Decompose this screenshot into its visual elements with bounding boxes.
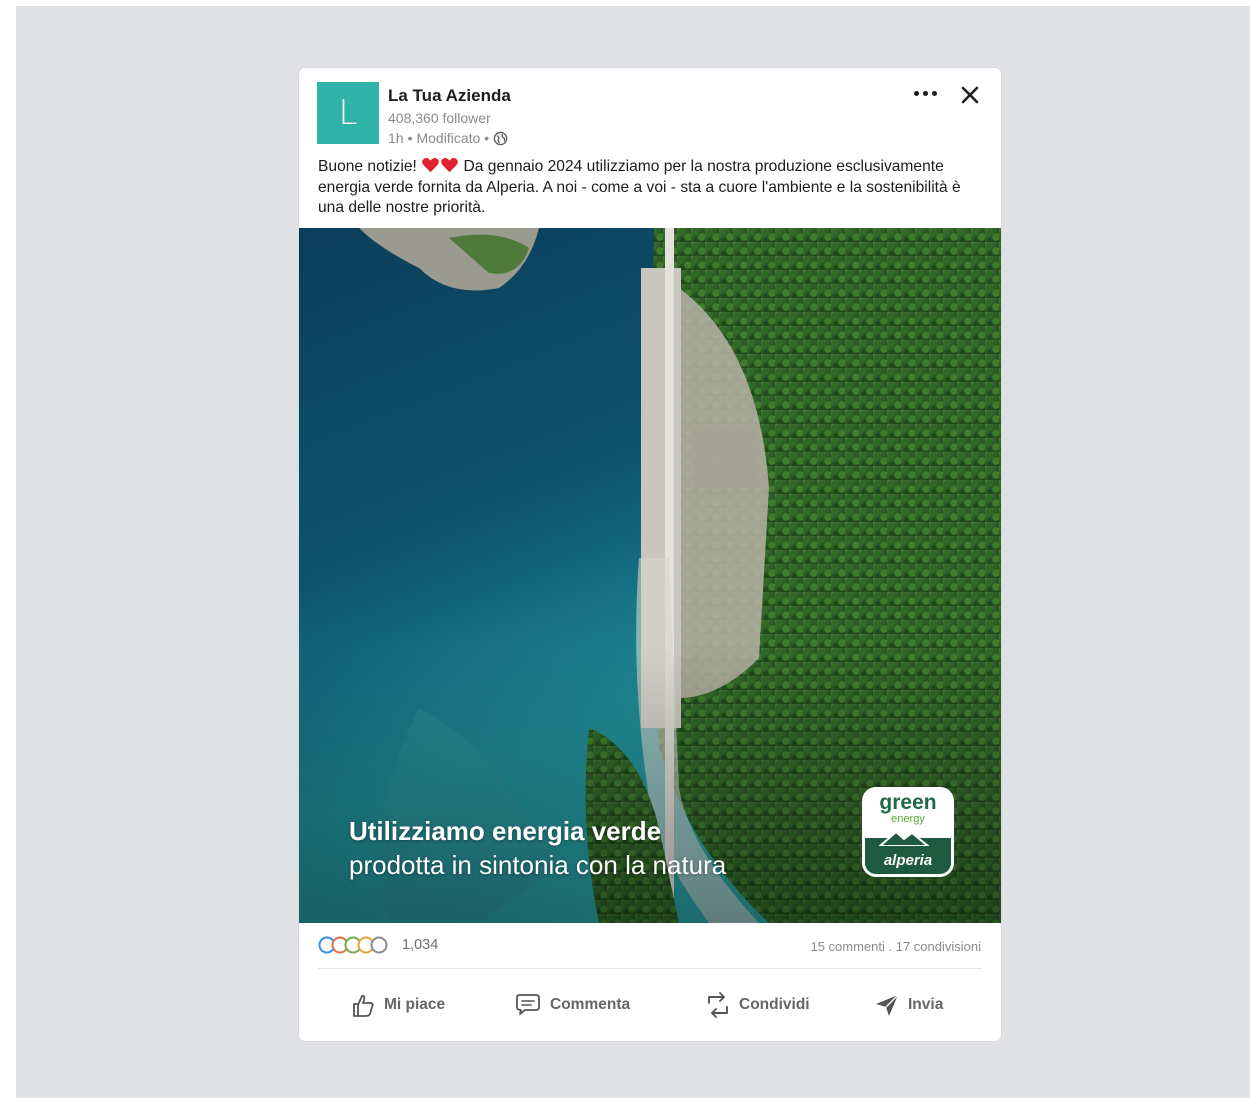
repost-icon: [708, 992, 728, 1018]
share-button[interactable]: Condividi: [704, 988, 810, 1022]
divider: [318, 968, 982, 969]
edited-label: Modificato: [416, 130, 481, 146]
like-button[interactable]: Mi piace: [349, 988, 445, 1022]
badge-green-text: green: [879, 791, 937, 814]
more-options-button[interactable]: [905, 78, 945, 108]
dot-icon: [922, 90, 928, 96]
badge-brand-text: alperia: [883, 852, 933, 869]
company-avatar[interactable]: L: [317, 82, 379, 144]
reactions-summary[interactable]: 1,034: [318, 936, 438, 954]
company-name[interactable]: La Tua Azienda: [388, 86, 511, 106]
image-headline: Utilizziamo energia verde: [349, 816, 662, 846]
image-subline: prodotta in sintonia con la natura: [349, 850, 727, 880]
like-label: Mi piace: [384, 996, 446, 1013]
globe-icon: [493, 131, 508, 145]
dot-icon: [931, 90, 937, 96]
meta-separator: •: [484, 130, 490, 146]
green-energy-badge: green energy alperia: [862, 787, 954, 877]
dot-icon: [913, 90, 919, 96]
post-meta: 1h • Modificato •: [388, 130, 508, 146]
post-text: Buone notizie! Da gennaio 2024 utilizzia…: [318, 157, 990, 219]
follower-count: 408,360 follower: [388, 110, 491, 126]
badge-energy-text: energy: [891, 813, 925, 825]
post-text-intro: Buone notizie!: [318, 158, 417, 175]
comment-icon: [516, 994, 540, 1015]
close-icon[interactable]: [955, 80, 985, 110]
send-icon: [876, 994, 899, 1016]
thumbs-up-icon: [353, 994, 374, 1017]
post-card: L La Tua Azienda 408,360 follower 1h • M…: [299, 68, 1001, 1041]
insightful-reaction-icon: [370, 936, 388, 954]
share-label: Condividi: [739, 996, 810, 1013]
mountain-icon: [878, 830, 930, 846]
engagement-counts[interactable]: 15 commenti . 17 condivisioni: [810, 939, 981, 954]
send-label: Invia: [908, 996, 944, 1013]
reaction-icons: [318, 936, 388, 954]
send-button[interactable]: Invia: [873, 988, 943, 1022]
meta-separator: •: [407, 130, 413, 146]
heart-icon: [422, 157, 440, 173]
comment-button[interactable]: Commenta: [513, 988, 630, 1022]
post-time: 1h: [388, 130, 404, 146]
comment-label: Commenta: [550, 996, 631, 1013]
reaction-count: 1,034: [402, 937, 439, 953]
post-image[interactable]: Utilizziamo energia verde prodotta in si…: [299, 228, 1001, 923]
heart-icon: [441, 157, 459, 173]
